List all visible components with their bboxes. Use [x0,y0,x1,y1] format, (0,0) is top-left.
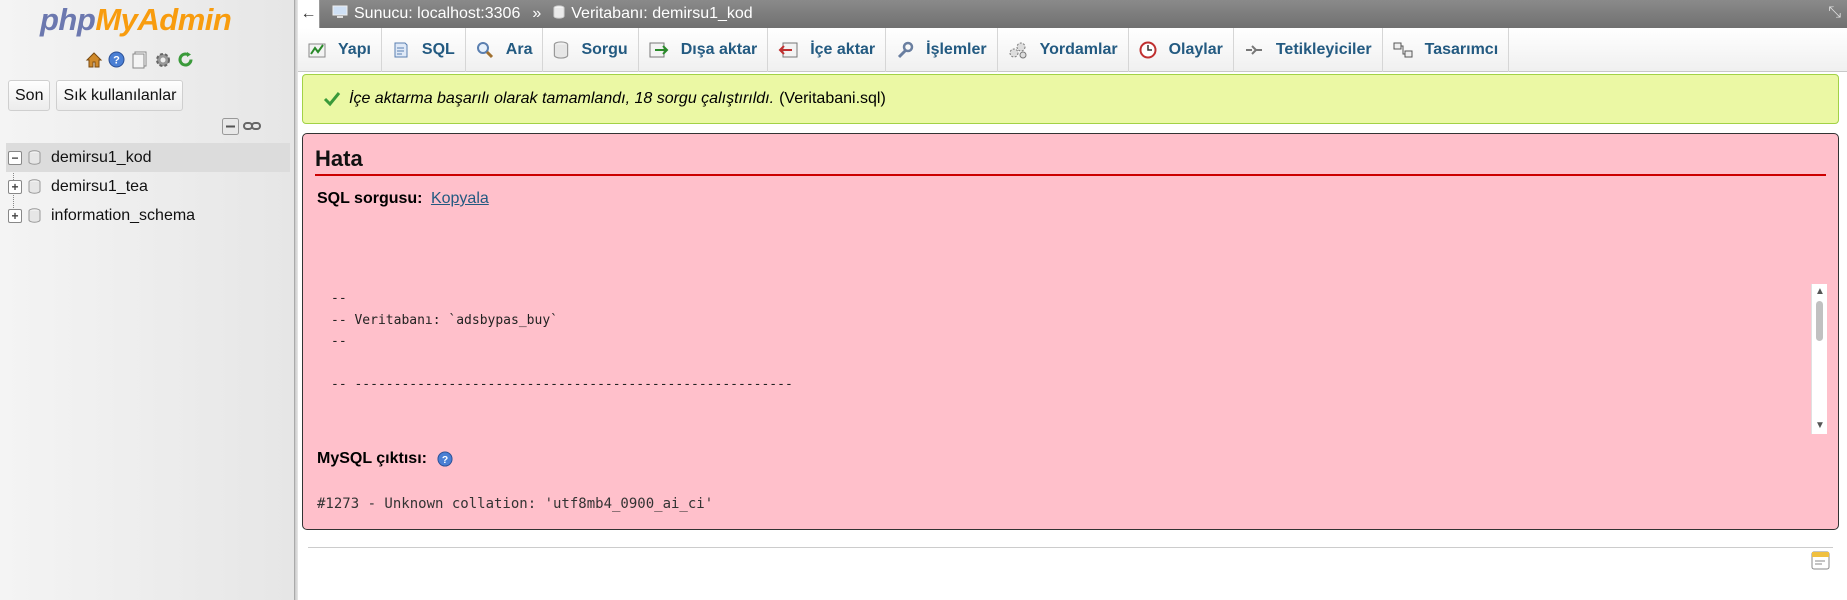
collapse-all-icon[interactable] [222,118,239,140]
database-name[interactable]: information_schema [51,207,195,225]
tree-item-demirsu1-tea[interactable]: + demirsu1_tea [6,172,290,201]
settings-icon[interactable] [153,50,172,69]
quick-links: ? [84,50,195,69]
tab-structure[interactable]: Yapı [298,28,382,72]
favorite-tables-button[interactable]: Sık kullanılanlar [56,80,184,111]
database-tree: − demirsu1_kod + demirsu1_tea + informat… [6,143,290,230]
tab-designer[interactable]: Tasarımcı [1383,28,1510,72]
export-icon [649,42,669,58]
query-icon [554,41,569,59]
tab-routines[interactable]: Yordamlar [998,28,1129,72]
collapse-nav-icon[interactable]: ← [298,0,320,28]
tree-item-demirsu1-kod[interactable]: − demirsu1_kod [6,143,290,172]
tab-sql[interactable]: SQL [382,28,466,72]
breadcrumb-database[interactable]: Veritabanı: demirsu1_kod [553,4,753,24]
breadcrumb: ← Sunucu: localhost:3306 » Veritabanı: d… [298,0,1847,28]
breadcrumb-separator: » [532,5,542,22]
phpmyadmin-logo[interactable]: phpMyAdmin [40,2,232,38]
footer-divider [308,547,1833,548]
copy-link[interactable]: Kopyala [431,190,489,207]
scroll-down-icon[interactable]: ▼ [1812,418,1827,434]
scrollbar[interactable]: ▲ ▼ [1811,284,1827,434]
import-icon [778,42,798,58]
checkmark-icon [323,92,341,107]
search-icon [476,42,493,59]
reload-icon[interactable] [176,50,195,69]
scroll-thumb[interactable] [1816,301,1823,341]
home-icon[interactable] [84,50,103,69]
tab-events[interactable]: Olaylar [1129,28,1234,72]
tab-search[interactable]: Ara [466,28,544,72]
structure-icon [308,43,326,58]
database-name[interactable]: demirsu1_kod [51,149,152,167]
tab-operations[interactable]: İşlemler [886,28,998,72]
success-message: İçe aktarma başarılı olarak tamamlandı, … [302,74,1839,124]
operations-icon [898,41,914,59]
sql-query-text: -- -- Veritabanı: `adsbypas_buy` -- -- -… [331,291,793,392]
triggers-icon [1245,45,1262,55]
mysql-output-label: MySQL çıktısı: ? [317,450,453,468]
error-divider [315,174,1826,176]
recent-tables-button[interactable]: Son [8,80,51,111]
link-with-main-panel-icon[interactable] [243,118,261,140]
svg-text:?: ? [113,55,120,67]
events-icon [1139,41,1157,59]
tab-export[interactable]: Dışa aktar [639,28,769,72]
sql-query-box[interactable]: -- -- Veritabanı: `adsbypas_buy` -- -- -… [317,284,1827,434]
success-text: İçe aktarma başarılı olarak tamamlandı, … [349,90,775,107]
tab-query[interactable]: Sorgu [543,28,639,72]
expand-collapse-icon[interactable]: ⤡ [1828,4,1841,22]
panel-resizer[interactable] [294,0,298,600]
docs-icon[interactable] [130,50,149,69]
sql-icon [394,42,408,58]
tree-item-information-schema[interactable]: + information_schema [6,201,290,230]
navigation-panel: phpMyAdmin ? Son Sık kullanılanlar − dem… [0,0,294,600]
database-icon [553,4,565,24]
tab-import[interactable]: İçe aktar [768,28,887,72]
svg-text:?: ? [442,455,448,466]
error-panel: Hata SQL sorgusu: Kopyala -- -- Veritaba… [302,133,1839,530]
console-icon[interactable] [1811,551,1830,570]
routines-icon [1009,42,1027,59]
expand-icon[interactable]: + [8,179,22,194]
tab-triggers[interactable]: Tetikleyiciler [1234,28,1383,72]
breadcrumb-server[interactable]: Sunucu: localhost:3306 [320,5,520,24]
collapse-icon[interactable]: − [8,150,22,165]
mysql-error-message: #1273 - Unknown collation: 'utf8mb4_0900… [317,496,714,512]
database-icon [28,150,41,165]
tab-bar: Yapı SQL Ara Sorgu Dışa aktar İçe aktar … [298,28,1847,72]
database-icon [28,208,41,223]
designer-icon [1393,42,1413,58]
expand-icon[interactable]: + [8,208,22,223]
error-title: Hata [315,146,363,171]
scroll-up-icon[interactable]: ▲ [1812,284,1827,300]
help-icon[interactable]: ? [437,451,453,467]
server-icon [332,5,348,24]
import-filename: (Veritabani.sql) [779,90,886,107]
database-name[interactable]: demirsu1_tea [51,178,148,196]
help-icon[interactable]: ? [107,50,126,69]
database-icon [28,179,41,194]
sql-query-label: SQL sorgusu: Kopyala [317,190,489,207]
